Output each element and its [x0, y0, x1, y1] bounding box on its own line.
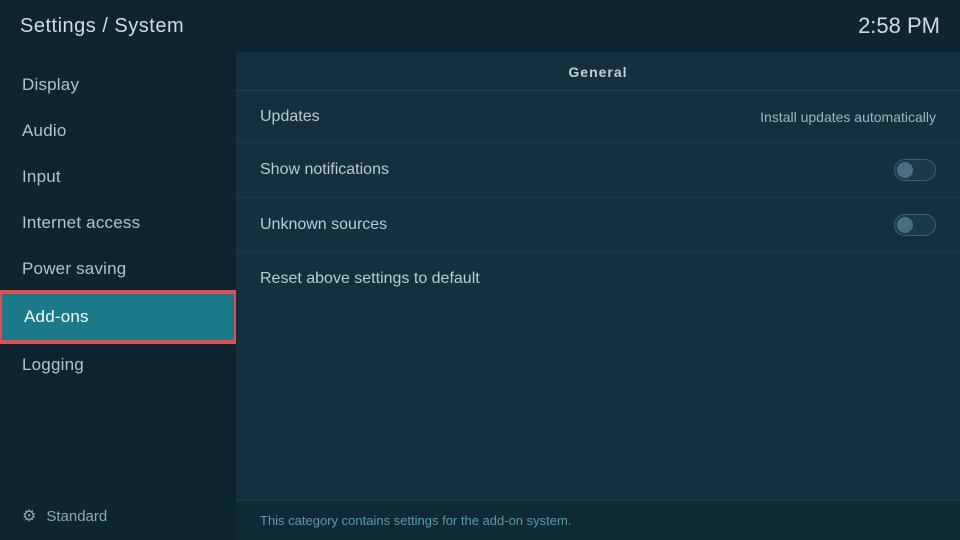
sidebar-item-power-saving[interactable]: Power saving: [0, 246, 236, 292]
unknown-sources-label: Unknown sources: [260, 216, 387, 234]
content-body: General Updates Install updates automati…: [236, 52, 960, 500]
header: Settings / System 2:58 PM: [0, 0, 960, 52]
setting-row-updates[interactable]: Updates Install updates automatically: [236, 91, 960, 143]
profile-label: Standard: [46, 508, 107, 525]
unknown-sources-toggle[interactable]: [894, 214, 936, 236]
sidebar-item-add-ons[interactable]: Add-ons: [0, 292, 236, 342]
sidebar-item-logging[interactable]: Logging: [0, 342, 236, 388]
setting-row-show-notifications[interactable]: Show notifications: [236, 143, 960, 198]
sidebar-nav: Display Audio Input Internet access Powe…: [0, 62, 236, 388]
updates-label: Updates: [260, 108, 320, 126]
sidebar-item-input[interactable]: Input: [0, 154, 236, 200]
sidebar-item-display[interactable]: Display: [0, 62, 236, 108]
footer-text: This category contains settings for the …: [260, 513, 571, 528]
sidebar-item-audio[interactable]: Audio: [0, 108, 236, 154]
section-header: General: [236, 52, 960, 91]
show-notifications-label: Show notifications: [260, 161, 389, 179]
content-area: General Updates Install updates automati…: [236, 52, 960, 540]
sidebar-footer: ⚙ Standard: [0, 492, 236, 540]
reset-label: Reset above settings to default: [260, 270, 480, 288]
setting-row-unknown-sources[interactable]: Unknown sources: [236, 198, 960, 253]
page-title: Settings / System: [20, 15, 184, 38]
sidebar: Display Audio Input Internet access Powe…: [0, 52, 236, 540]
clock: 2:58 PM: [858, 13, 940, 39]
show-notifications-toggle-knob: [897, 162, 913, 178]
gear-icon: ⚙: [22, 506, 36, 526]
setting-row-reset[interactable]: Reset above settings to default: [236, 253, 960, 305]
show-notifications-toggle[interactable]: [894, 159, 936, 181]
sidebar-item-internet-access[interactable]: Internet access: [0, 200, 236, 246]
updates-value: Install updates automatically: [760, 109, 936, 125]
content-footer: This category contains settings for the …: [236, 500, 960, 540]
main-layout: Display Audio Input Internet access Powe…: [0, 52, 960, 540]
unknown-sources-toggle-knob: [897, 217, 913, 233]
